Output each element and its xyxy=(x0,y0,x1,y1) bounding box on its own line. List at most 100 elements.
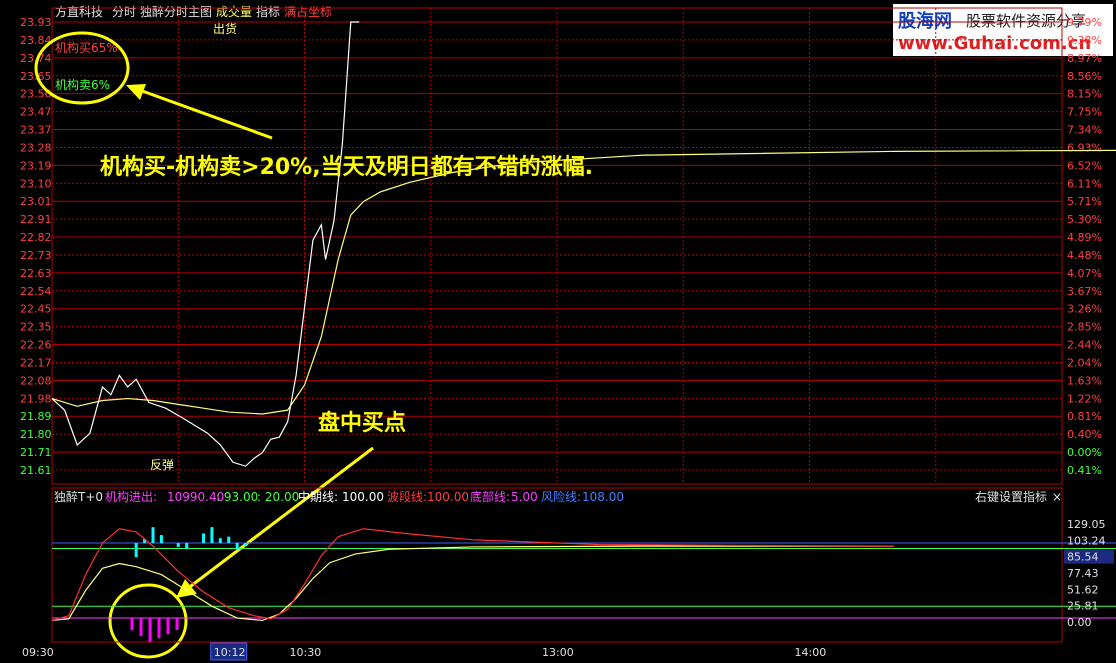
y-tick-right: 6.52% xyxy=(1067,159,1102,172)
y-tick-right: 8.97% xyxy=(1067,52,1102,65)
buy-point-text: 盘中买点 xyxy=(318,410,406,436)
y-tick-left: 22.35 xyxy=(20,321,52,334)
y-tick-right: 0.81% xyxy=(1067,410,1102,423)
arrow-line-top xyxy=(133,86,273,140)
y-tick-right: 4.48% xyxy=(1067,249,1102,262)
y-tick-right: 7.75% xyxy=(1067,106,1102,119)
y-tick-left: 22.82 xyxy=(20,231,52,244)
y-tick-right: 4.07% xyxy=(1067,267,1102,280)
y-tick-right: 0.00% xyxy=(1067,446,1102,459)
time-tick: 13:00 xyxy=(542,646,574,659)
main-annotation-text: 机构买-机构卖>20%,当天及明日都有不错的涨幅. xyxy=(100,154,593,180)
wave-line-value: 100.00 xyxy=(427,490,469,504)
rebound-label: 反弹 xyxy=(150,458,174,472)
y-tick-right: 7.34% xyxy=(1067,124,1102,137)
bottom-line-label: 底部线: xyxy=(470,489,510,504)
indicator-tick: 51.62 xyxy=(1067,583,1099,596)
header-bar: 方直科技 分时 独醉分时主图 成交量 指标 满占坐标 xyxy=(55,4,332,19)
y-tick-right: 0.41% xyxy=(1067,464,1102,477)
y-tick-right: 3.26% xyxy=(1067,303,1102,316)
y-tick-right: 6.93% xyxy=(1067,141,1102,154)
indicator-border xyxy=(51,487,1063,643)
main-chart-grid xyxy=(51,7,1063,485)
y-tick-right: 3.67% xyxy=(1067,285,1102,298)
y-tick-right: 8.15% xyxy=(1067,88,1102,101)
tab-intraday[interactable]: 分时 xyxy=(112,5,136,19)
wave-line-label: 波段线: xyxy=(387,489,427,504)
stock-name: 方直科技 xyxy=(55,4,103,19)
inst-flow-label: 机构进出: xyxy=(105,489,157,504)
indicator-header: 独醉T+0 机构进出: 10990.40 : 93.00 : 20.00 中期线… xyxy=(54,489,1062,504)
indicator-series xyxy=(51,527,894,643)
y-tick-left: 23.01 xyxy=(20,195,52,208)
time-tick: 14:00 xyxy=(795,646,827,659)
value-three: : 20.00 xyxy=(257,490,299,504)
y-tick-left: 22.73 xyxy=(20,249,52,262)
indicator-y-axis: 129.05 103.24 85.54 77.43 51.62 25.81 0.00 xyxy=(1064,518,1114,629)
y-tick-right: 1.22% xyxy=(1067,392,1102,405)
highlight-circle-bottom xyxy=(108,583,188,659)
y-tick-left: 22.63 xyxy=(20,267,52,280)
y-tick-left: 23.47 xyxy=(20,106,52,119)
tab-fullscale[interactable]: 满占坐标 xyxy=(284,4,332,19)
y-tick-left: 22.17 xyxy=(20,356,52,369)
avg-price-line xyxy=(51,149,1116,415)
y-tick-left: 21.80 xyxy=(20,428,52,441)
arrow-head-top xyxy=(126,84,146,100)
y-tick-right: 8.56% xyxy=(1067,70,1102,83)
value-two: : 93.00 xyxy=(216,490,258,504)
y-tick-left: 22.91 xyxy=(20,213,52,226)
y-tick-left: 23.37 xyxy=(20,124,52,137)
tab-indicator[interactable]: 指标 xyxy=(256,4,280,19)
risk-line-label: 风险线: xyxy=(541,489,581,504)
watermark-brand: 股海网 xyxy=(897,10,952,32)
mid-line-label: 中期线: xyxy=(298,489,338,504)
chart-canvas: 方直科技 分时 独醉分时主图 成交量 指标 满占坐标 股海网 股票软件资源分享 … xyxy=(20,4,1116,661)
y-tick-left: 22.08 xyxy=(20,374,52,387)
y-tick-right: 4.89% xyxy=(1067,231,1102,244)
y-tick-right: 9.79% xyxy=(1067,16,1102,29)
indicator-tick: 103.24 xyxy=(1067,534,1106,547)
y-tick-right: 2.04% xyxy=(1067,356,1102,369)
time-tick: 10:12 xyxy=(214,646,246,659)
indicator-tick: 85.54 xyxy=(1067,551,1099,564)
risk-line-value: 108.00 xyxy=(582,490,624,504)
ship-label: 出货 xyxy=(213,21,237,36)
inst-buy-label: 机构买65% xyxy=(55,40,118,55)
y-tick-left: 22.26 xyxy=(20,339,52,352)
y-tick-left: 23.19 xyxy=(20,159,52,172)
main-y-axis-right: 9.79% 9.38% 8.97% 8.56% 8.15% 7.75% 7.34% 6.93%… xyxy=(1067,16,1102,477)
y-tick-right: 0.40% xyxy=(1067,428,1102,441)
y-tick-right: 2.85% xyxy=(1067,321,1102,334)
y-tick-left: 21.98 xyxy=(20,392,52,405)
y-tick-left: 23.10 xyxy=(20,177,52,190)
y-tick-right: 6.11% xyxy=(1067,177,1102,190)
indicator-frame xyxy=(51,487,1116,643)
bottom-line-value: 5.00 xyxy=(511,490,538,504)
y-tick-left: 21.61 xyxy=(20,464,52,477)
y-tick-left: 23.28 xyxy=(20,141,52,154)
indicator-tick: 129.05 xyxy=(1067,518,1106,531)
main-series xyxy=(51,21,1116,467)
y-tick-right: 9.38% xyxy=(1067,34,1102,47)
watermark-logo: 股海网 股票软件资源分享 www.Guhai.com.cn xyxy=(893,4,1113,56)
close-icon[interactable]: × xyxy=(1052,490,1062,504)
y-tick-left: 23.93 xyxy=(20,16,52,29)
y-tick-left: 22.54 xyxy=(20,285,52,298)
time-tick: 10:30 xyxy=(290,646,322,659)
y-tick-right: 1.63% xyxy=(1067,374,1102,387)
y-tick-right: 2.44% xyxy=(1067,339,1102,352)
y-tick-right: 5.71% xyxy=(1067,195,1102,208)
indicator-settings-hint[interactable]: 右键设置指标 xyxy=(975,489,1047,504)
indicator-tick: 77.43 xyxy=(1067,567,1099,580)
indicator-tick: 0.00 xyxy=(1067,616,1092,629)
tab-main-indicator[interactable]: 独醉分时主图 xyxy=(140,4,212,19)
indicator-name: 独醉T+0 xyxy=(54,489,103,504)
main-y-axis-left: 23.9323.8423.7423.6523.5623.4723.3723.28… xyxy=(20,16,52,477)
indicator-tick: 25.81 xyxy=(1067,600,1099,613)
mid-line-value: 100.00 xyxy=(342,490,384,504)
y-tick-left: 21.71 xyxy=(20,446,52,459)
tab-volume[interactable]: 成交量 xyxy=(216,4,252,19)
inst-sell-label: 机构卖6% xyxy=(55,77,110,92)
indicator-line-yellow xyxy=(51,545,894,622)
